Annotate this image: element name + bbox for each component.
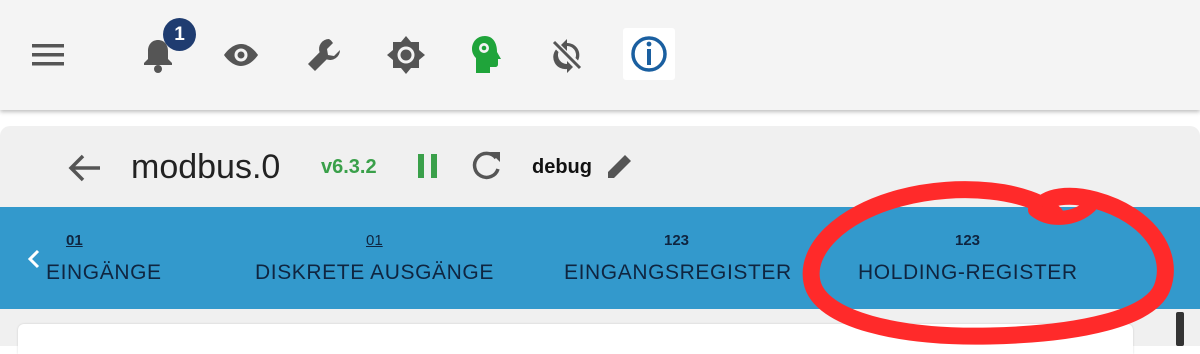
tab-icon: 01 <box>366 232 383 249</box>
head-gear-icon[interactable] <box>461 30 511 80</box>
wrench-icon[interactable] <box>299 30 349 80</box>
tab-label: HOLDING-REGISTER <box>858 261 1078 284</box>
notification-badge: 1 <box>163 18 196 51</box>
eye-icon[interactable] <box>216 30 266 80</box>
top-toolbar: 1 <box>0 0 1200 110</box>
tab-eingaenge[interactable]: 01 EINGÄNGE <box>46 207 226 309</box>
iobroker-logo[interactable] <box>623 28 675 80</box>
edit-icon[interactable] <box>600 146 640 186</box>
toolbar-spacer <box>0 110 1200 126</box>
tab-icon: 123 <box>664 232 690 249</box>
content-panel <box>18 324 1133 354</box>
log-level: debug <box>532 156 592 178</box>
scrollbar[interactable] <box>1176 312 1184 346</box>
menu-icon[interactable] <box>23 30 73 80</box>
tab-icon: 01 <box>66 232 83 249</box>
pause-icon[interactable] <box>410 148 446 184</box>
adapter-instance-title: modbus.0 <box>131 148 281 186</box>
config-tabs: 01 EINGÄNGE 01 DISKRETE AUSGÄNGE 123 EIN… <box>0 207 1200 309</box>
tab-label: EINGANGSREGISTER <box>564 261 792 284</box>
tab-label: EINGÄNGE <box>46 261 162 284</box>
adapter-version: v6.3.2 <box>321 156 377 178</box>
tab-icon: 123 <box>955 232 981 249</box>
tab-label: DISKRETE AUSGÄNGE <box>255 261 494 284</box>
brightness-icon[interactable] <box>381 30 431 80</box>
sync-disabled-icon[interactable] <box>542 30 592 80</box>
tab-holding-register[interactable]: 123 HOLDING-REGISTER <box>845 207 1105 309</box>
tab-diskrete-ausgaenge[interactable]: 01 DISKRETE AUSGÄNGE <box>240 207 530 309</box>
reload-icon[interactable] <box>466 146 506 186</box>
tab-eingangsregister[interactable]: 123 EINGANGSREGISTER <box>550 207 820 309</box>
back-arrow-icon[interactable] <box>62 145 108 191</box>
